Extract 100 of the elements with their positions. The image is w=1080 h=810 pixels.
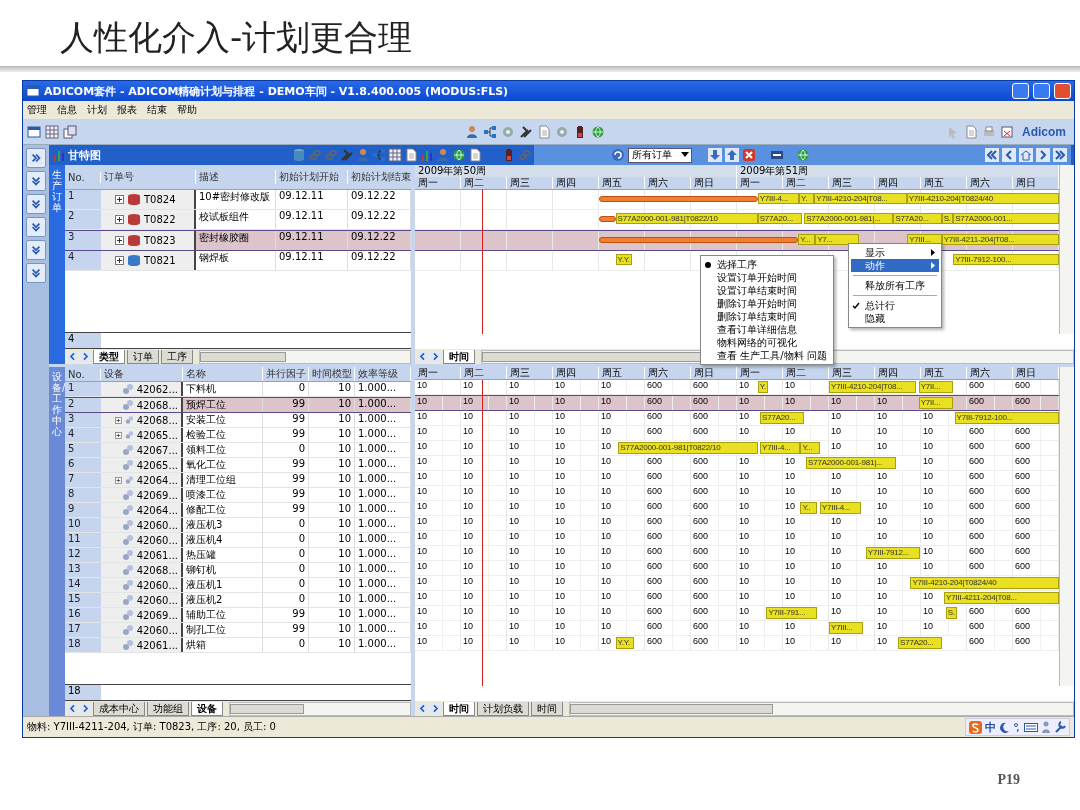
wrench-icon[interactable] xyxy=(1054,721,1066,733)
task-bar[interactable]: Y7III-4211-204|T08... xyxy=(941,234,1059,245)
section-button[interactable] xyxy=(26,217,46,237)
column-header[interactable]: No. xyxy=(65,171,101,183)
scroll-left-icon[interactable] xyxy=(67,703,78,714)
side-tab[interactable]: 生产订单 xyxy=(49,165,65,364)
task-bar[interactable]: Y7III-4210-204|T08... xyxy=(829,381,917,393)
task-bar[interactable]: S77A2000-001... xyxy=(953,213,1059,224)
column-header[interactable]: 时间模型 xyxy=(309,367,355,381)
sheet-tab[interactable]: 时间 xyxy=(443,701,475,716)
sheet-tab[interactable]: 工序 xyxy=(161,349,193,364)
refresh-icon[interactable] xyxy=(611,148,625,162)
task-bar[interactable]: Y7III-7912... xyxy=(865,547,921,559)
menu-item[interactable]: 结束 xyxy=(147,103,167,117)
scroll-right-icon[interactable] xyxy=(430,703,441,714)
menu-item[interactable]: 删除订单结束时间 xyxy=(703,310,831,323)
task-bar[interactable]: Y7III-4... xyxy=(757,193,800,204)
scroll-left-icon[interactable] xyxy=(417,351,428,362)
task-bar[interactable]: Y7II... xyxy=(918,381,954,393)
arrow-down-icon[interactable] xyxy=(708,148,722,162)
sheet-tab[interactable]: 时间 xyxy=(531,701,563,716)
task-bar[interactable]: Y7III... xyxy=(829,622,863,634)
next-icon[interactable] xyxy=(1036,148,1050,162)
task-bar[interactable]: Y7III-4211-204|T08... xyxy=(944,592,1059,604)
printer-icon[interactable] xyxy=(982,124,996,139)
task-bar[interactable]: S77A20... xyxy=(893,213,942,224)
column-header[interactable]: No. xyxy=(65,368,101,380)
expand-icon[interactable] xyxy=(115,256,124,265)
ime-mode[interactable]: 中 xyxy=(985,719,996,735)
menu-item[interactable]: 查看 生产工具/物料 问题 xyxy=(703,349,831,362)
maximize-button[interactable] xyxy=(1033,83,1050,99)
sheet-tab[interactable]: 时间 xyxy=(443,349,475,364)
close-icon[interactable] xyxy=(742,148,756,162)
column-header[interactable]: 并行因子 xyxy=(263,367,309,381)
menu-item[interactable]: 动作 xyxy=(851,259,939,272)
expand-icon[interactable] xyxy=(115,236,124,245)
network-icon[interactable] xyxy=(483,124,497,139)
menu-item[interactable]: 释放所有工序 xyxy=(851,279,939,292)
task-bar[interactable]: S77A20... xyxy=(898,637,942,649)
document-icon[interactable] xyxy=(468,148,482,162)
section-button[interactable] xyxy=(26,194,46,214)
scroll-right-icon[interactable] xyxy=(80,351,91,362)
task-bar[interactable]: S77A2000-001-981|T0822/10 xyxy=(615,213,758,224)
expand-icon[interactable] xyxy=(115,215,124,224)
minimize-button[interactable] xyxy=(1012,83,1029,99)
sheet-tab[interactable]: 成本中心 xyxy=(93,701,145,716)
scroll-left-icon[interactable] xyxy=(417,703,428,714)
menu-item[interactable]: 帮助 xyxy=(177,103,197,117)
previous-icon[interactable] xyxy=(1002,148,1016,162)
task-bar[interactable]: Y7III-4210-204|T0824/40 xyxy=(906,193,1059,204)
document-icon[interactable] xyxy=(964,124,978,139)
sheet-tab[interactable]: 订单 xyxy=(127,349,159,364)
sheet-tab[interactable]: 功能组 xyxy=(147,701,189,716)
column-header[interactable]: 初始计划开始 xyxy=(276,170,348,184)
task-bar[interactable]: Y. xyxy=(757,381,768,393)
globe-icon[interactable] xyxy=(452,148,466,162)
home-icon[interactable] xyxy=(1019,148,1033,162)
task-bar[interactable]: Y.Y. xyxy=(615,254,632,265)
column-header[interactable]: 订单号 xyxy=(101,170,196,184)
chart-icon[interactable] xyxy=(420,148,434,162)
task-bar[interactable]: S. xyxy=(945,607,957,619)
menu-item[interactable]: 设置订单结束时间 xyxy=(703,284,831,297)
task-bar[interactable]: S77A2000-001-981|... xyxy=(806,457,896,469)
punctuation-icon[interactable] xyxy=(1013,721,1021,733)
column-header[interactable]: 描述 xyxy=(196,170,276,184)
close-button[interactable] xyxy=(1054,83,1071,99)
calendar-icon[interactable] xyxy=(1000,124,1014,139)
vertical-scrollbar[interactable] xyxy=(1059,165,1074,334)
menu-item[interactable]: 管理 xyxy=(27,103,47,117)
menu-item[interactable]: 查看订单详细信息 xyxy=(703,323,831,336)
logo-icon[interactable] xyxy=(969,720,982,734)
moon-icon[interactable] xyxy=(999,721,1010,733)
horizontal-scrollbar[interactable] xyxy=(199,349,411,364)
section-button[interactable] xyxy=(26,263,46,283)
first-page-icon[interactable] xyxy=(985,148,999,162)
menu-item[interactable]: 隐藏 xyxy=(851,312,939,325)
sheet-tab[interactable]: 设备 xyxy=(191,701,223,716)
grid-icon[interactable] xyxy=(388,148,402,162)
menu-item[interactable]: 设置订单开始时间 xyxy=(703,271,831,284)
document-icon[interactable] xyxy=(404,148,418,162)
expand-icon[interactable] xyxy=(115,415,122,425)
column-header[interactable]: 名称 xyxy=(183,367,263,381)
task-bar[interactable]: S77A20... xyxy=(760,412,804,424)
menu-item[interactable]: 信息 xyxy=(57,103,77,117)
task-bar[interactable]: Y7II... xyxy=(918,397,954,409)
task-bar[interactable]: Y7III-4210-204|T08... xyxy=(814,193,907,204)
section-button[interactable] xyxy=(26,171,46,191)
menu-item[interactable]: 删除订单开始时间 xyxy=(703,297,831,310)
order-bar[interactable] xyxy=(599,216,616,222)
menu-item[interactable]: 总计行 xyxy=(851,299,939,312)
arrow-up-icon[interactable] xyxy=(725,148,739,162)
menu-item[interactable]: 报表 xyxy=(117,103,137,117)
task-bar[interactable]: S77A2000-001-981|T0822/10 xyxy=(618,442,758,454)
scroll-right-icon[interactable] xyxy=(80,703,91,714)
vertical-scrollbar[interactable] xyxy=(1059,367,1074,686)
expand-button[interactable] xyxy=(26,148,46,168)
task-bar[interactable]: Y7III-7912-100... xyxy=(954,412,1059,424)
globe-icon[interactable] xyxy=(796,148,810,162)
task-bar[interactable]: S77A2000-001-981|... xyxy=(804,213,894,224)
person-icon[interactable] xyxy=(1041,721,1051,733)
